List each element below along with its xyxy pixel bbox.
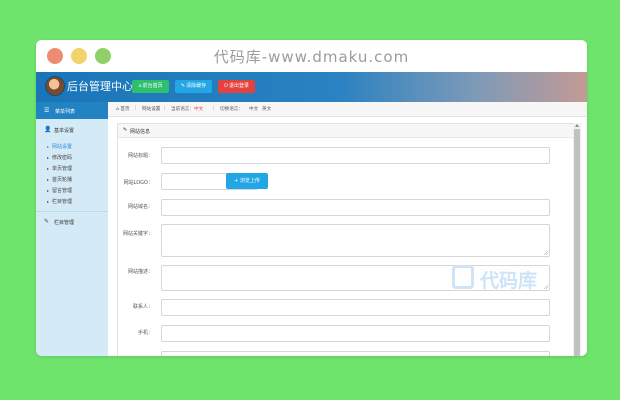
sidebar-item-label: 留言管理 (52, 188, 73, 194)
brand-watermark-text: 代码库 (480, 270, 538, 292)
breadcrumb-separator: | (164, 106, 166, 111)
breadcrumb-separator: | (213, 106, 215, 111)
sidebar-item-label: 单页管理 (52, 166, 73, 172)
sidebar-menu-title: ☰ 菜单列表 (36, 102, 108, 119)
sidebar-item-change-password[interactable]: ▸ 修改密码 (47, 154, 72, 161)
switch-language-label: 切换语言： (220, 107, 243, 112)
window-titlebar: 代码库-www.dmaku.com (36, 40, 587, 72)
caret-right-icon: ▸ (47, 166, 50, 171)
current-language-label: 当前语言： (171, 107, 194, 112)
home-button[interactable]: ⌂前台首页 (132, 80, 169, 93)
breadcrumb-home[interactable]: ⌂ 首页 (116, 106, 130, 112)
caret-right-icon: ▸ (47, 199, 50, 204)
app-header: 后台管理中心 ⌂前台首页 ✎清除缓存 ⏻退出登录 (36, 72, 587, 102)
wrench-icon: ✎ (180, 83, 186, 89)
app-title: 后台管理中心 (67, 80, 133, 93)
sidebar-group-label: 基本设置 (54, 128, 75, 134)
sidebar-item-site-settings[interactable]: ▸ 网站设置 (47, 143, 72, 150)
sidebar-item-label: 栏目管理 (52, 199, 73, 205)
list-icon: ☰ (44, 107, 50, 114)
brand-logo-icon (452, 265, 474, 289)
sidebar-item-label: 修改密码 (52, 155, 73, 161)
switch-language-chinese[interactable]: 中文 (249, 106, 258, 112)
edit-icon: ✎ (44, 218, 50, 225)
switch-language-english[interactable]: 英文 (262, 106, 271, 112)
logout-button-label: 退出登录 (228, 83, 249, 89)
avatar (45, 76, 65, 96)
clear-cache-button[interactable]: ✎清除缓存 (175, 80, 212, 93)
user-icon: 👤 (44, 126, 52, 133)
sidebar-group-column-management[interactable]: ✎ 栏目管理 (36, 215, 108, 229)
sidebar-item-label: 网站设置 (52, 144, 73, 150)
brand-watermark: 代码库 (452, 265, 547, 292)
current-language: 当前语言：中文 (171, 106, 203, 112)
caret-right-icon: ▸ (47, 188, 50, 193)
breadcrumb-home-label: 首页 (120, 107, 130, 112)
clear-cache-button-label: 清除缓存 (186, 83, 207, 89)
logout-button[interactable]: ⏻退出登录 (218, 80, 255, 93)
breadcrumb: ⌂ 首页 | 网站设置 | 当前语言：中文 | 切换语言： 中文 英文 (108, 102, 587, 117)
home-button-label: 前台首页 (142, 83, 163, 89)
caret-right-icon: ▸ (47, 155, 50, 160)
sidebar-divider (36, 211, 108, 212)
sidebar-item-columns[interactable]: ▸ 栏目管理 (47, 198, 72, 205)
current-language-value: 中文 (193, 107, 204, 112)
home-icon: ⌂ (138, 83, 142, 89)
sidebar-group-label: 栏目管理 (54, 220, 75, 226)
sidebar-item-messages[interactable]: ▸ 留言管理 (47, 187, 72, 194)
power-icon: ⏻ (224, 83, 228, 89)
caret-right-icon: ▸ (47, 144, 50, 149)
upload-button[interactable]: + 浏览上传 (226, 173, 268, 189)
sidebar: ☰ 菜单列表 👤 基本设置 ▸ 网站设置 ▸ 修改密码 ▸ 单页管理 ▸ 首页轮播 ▸ 留… (36, 102, 108, 356)
watermark-url: 代码库-www.dmaku.com (213, 48, 410, 66)
app-window: 代码库-www.dmaku.com 后台管理中心 ⌂前台首页 ✎清除缓存 ⏻退出… (36, 40, 587, 356)
breadcrumb-separator: | (135, 106, 137, 111)
breadcrumb-current: 网站设置 (142, 107, 161, 112)
sidebar-item-single-page[interactable]: ▸ 单页管理 (47, 165, 72, 172)
caret-right-icon: ▸ (47, 177, 50, 182)
sidebar-menu-title-label: 菜单列表 (55, 109, 76, 115)
sidebar-group-basic-settings[interactable]: 👤 基本设置 (36, 123, 108, 137)
sidebar-item-carousel[interactable]: ▸ 首页轮播 (47, 176, 72, 183)
sidebar-item-label: 首页轮播 (52, 177, 73, 183)
